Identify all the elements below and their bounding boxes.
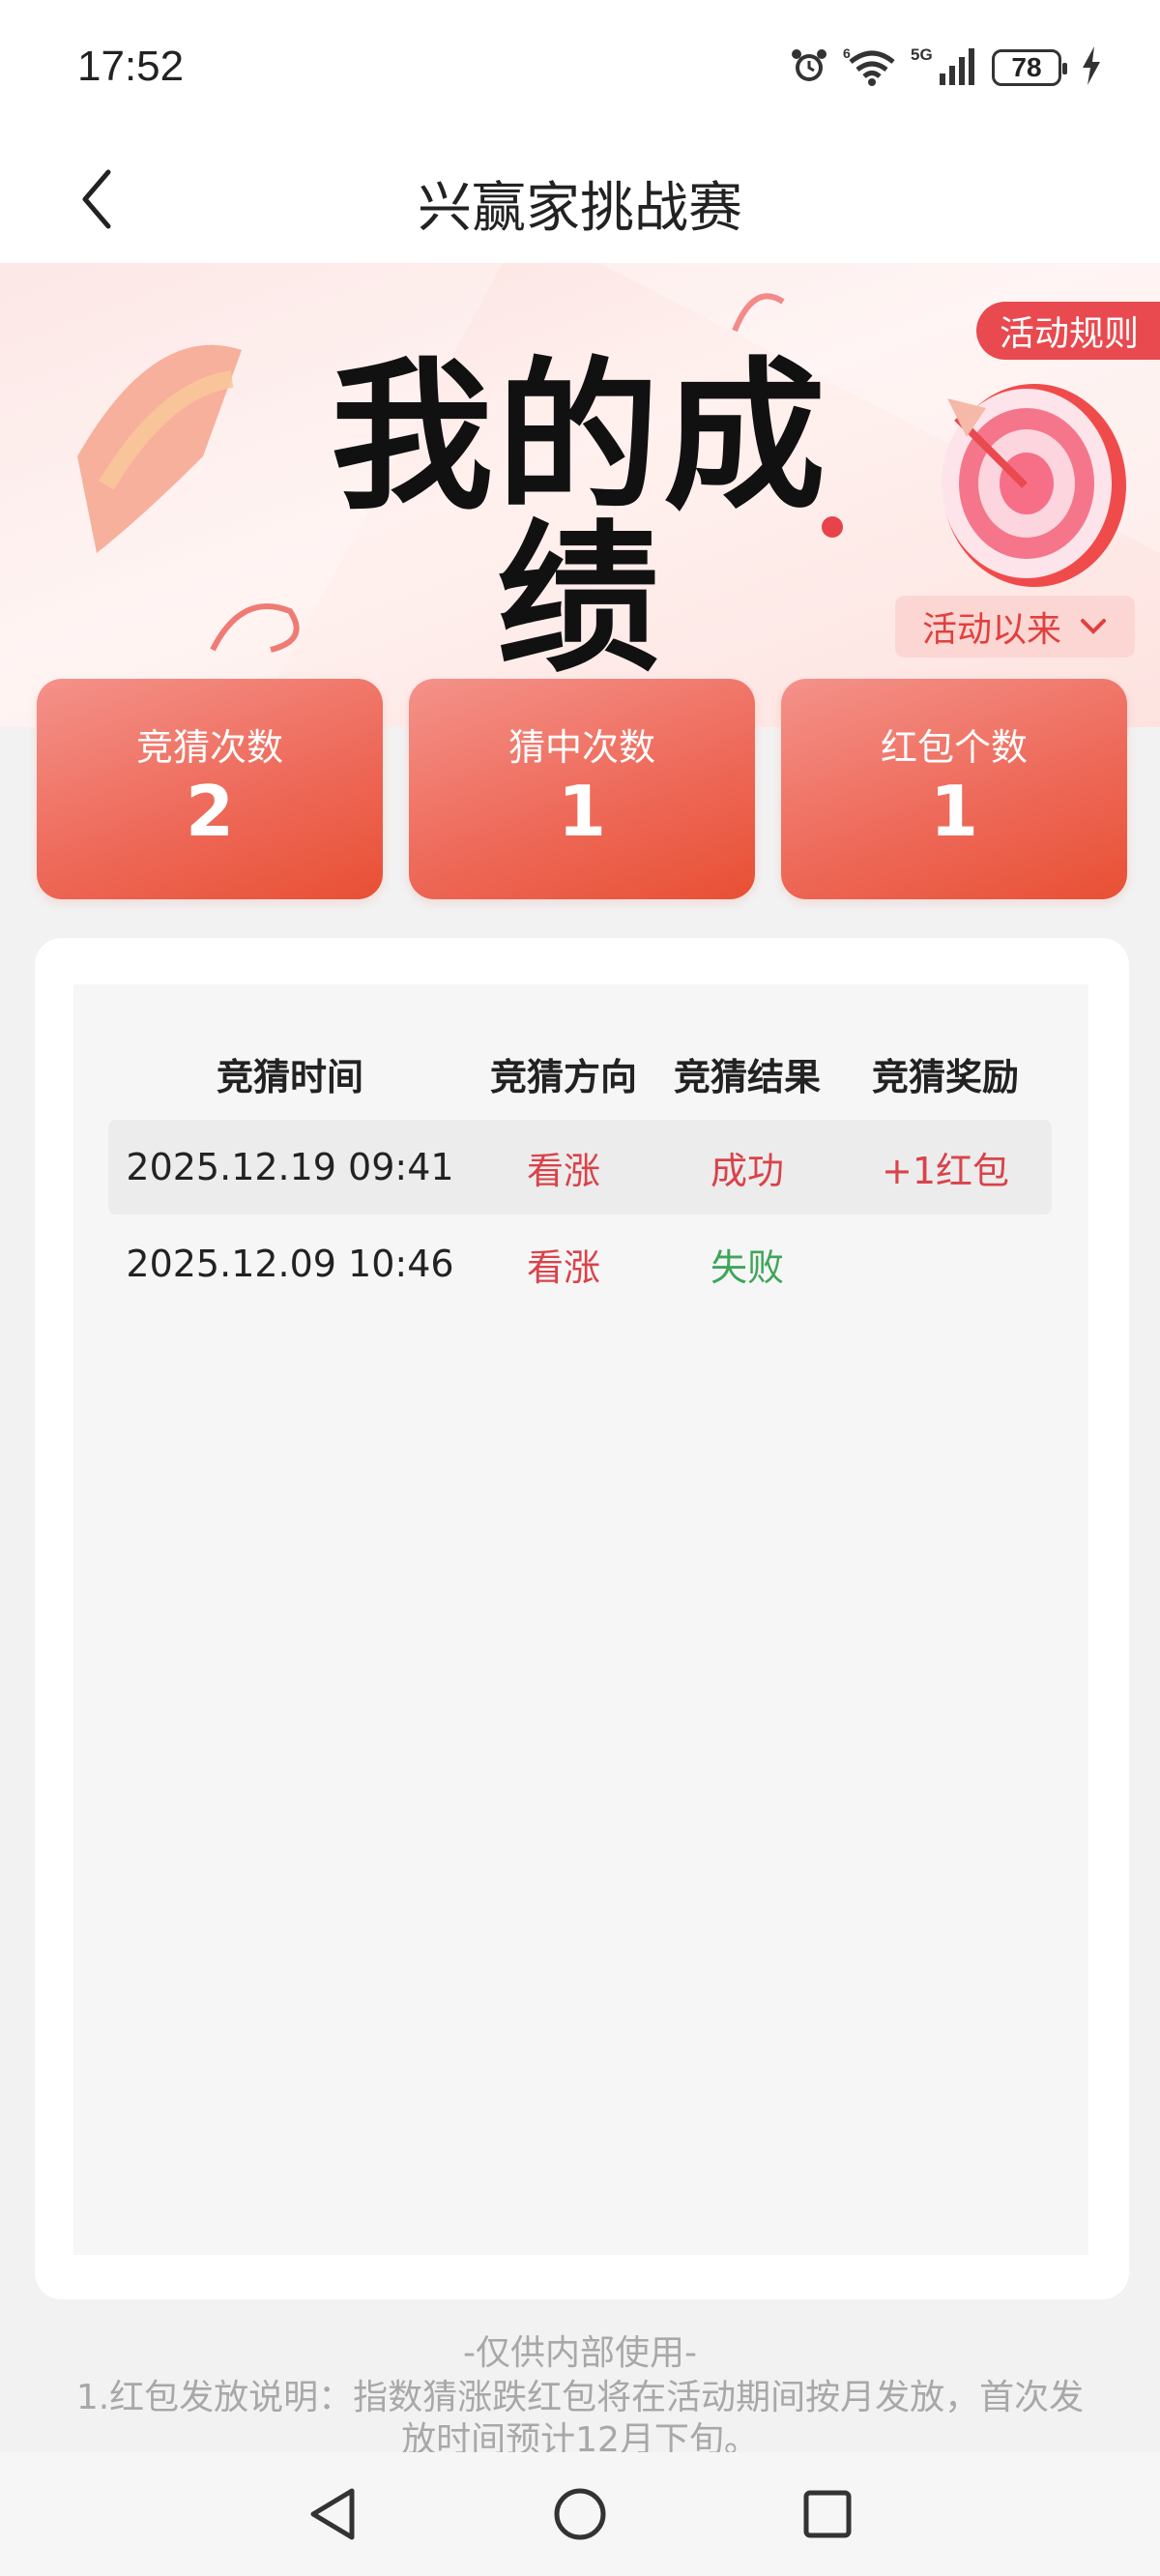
row-direction: 看涨	[526, 1149, 600, 1192]
signal-5g-icon: 5G	[911, 44, 978, 91]
header-direction: 竞猜方向	[489, 1055, 637, 1098]
header-result: 竞猜结果	[673, 1055, 821, 1098]
row-result: 成功	[710, 1149, 784, 1192]
hero-title: 我的成绩	[331, 342, 829, 694]
status-bar: 17:52 6 5G 78	[0, 0, 1160, 135]
system-nav-bar	[0, 2452, 1160, 2576]
status-icons: 6 5G 78	[789, 44, 1102, 91]
triangle-back-icon	[310, 2488, 355, 2540]
table-row: 2025.12.19 09:41 看涨 成功 +1红包	[108, 1120, 1052, 1215]
period-label: 活动以来	[921, 610, 1061, 650]
status-time: 17:52	[77, 43, 185, 90]
app-header: 兴赢家挑战赛	[0, 135, 1160, 263]
stat-value: 1	[557, 771, 607, 852]
svg-text:6: 6	[843, 45, 851, 61]
svg-text:5G: 5G	[911, 45, 933, 64]
stat-value: 1	[929, 771, 979, 852]
header-time: 竞猜时间	[216, 1055, 363, 1098]
table-row: 2025.12.09 10:46 看涨 失败	[108, 1216, 1052, 1311]
stat-label: 竞猜次数	[135, 726, 283, 769]
stat-card-guess-count: 竞猜次数 2	[37, 679, 383, 899]
circle-home-icon	[554, 2488, 606, 2540]
charging-icon	[1081, 46, 1102, 89]
records-card: 竞猜时间 竞猜方向 竞猜结果 竞猜奖励 2025.12.19 09:41 看涨 …	[35, 938, 1129, 2299]
period-select[interactable]: 活动以来	[894, 596, 1135, 658]
wifi-icon: 6	[843, 44, 897, 91]
nav-back-button[interactable]	[292, 2474, 373, 2555]
hero-banner: 活动规则 我的成绩 活动以来	[0, 263, 1160, 727]
table-header: 竞猜时间 竞猜方向 竞猜结果 竞猜奖励	[108, 1042, 1052, 1104]
internal-use-note: -仅供内部使用-	[463, 2333, 697, 2373]
alarm-icon	[789, 45, 829, 90]
header-reward: 竞猜奖励	[871, 1055, 1019, 1098]
row-time: 2025.12.19 09:41	[126, 1146, 454, 1188]
row-reward: +1红包	[881, 1149, 1010, 1192]
chevron-down-icon	[1081, 619, 1106, 634]
hero-dot	[822, 516, 843, 538]
stat-value: 2	[185, 771, 235, 852]
nav-recents-button[interactable]	[787, 2474, 868, 2555]
row-time: 2025.12.09 10:46	[126, 1243, 454, 1285]
page-title: 兴赢家挑战赛	[418, 177, 742, 240]
records-table: 竞猜时间 竞猜方向 竞猜结果 竞猜奖励 2025.12.19 09:41 看涨 …	[73, 984, 1088, 2255]
row-direction: 看涨	[526, 1245, 600, 1289]
square-recents-icon	[803, 2490, 852, 2538]
stat-card-redpacket-count: 红包个数 1	[781, 679, 1127, 899]
stat-card-hit-count: 猜中次数 1	[409, 679, 755, 899]
nav-home-button[interactable]	[539, 2474, 621, 2555]
stat-label: 猜中次数	[508, 726, 655, 769]
battery-icon: 78	[992, 49, 1067, 86]
row-result: 失败	[710, 1245, 784, 1289]
stats-row: 竞猜次数 2 猜中次数 1 红包个数 1	[37, 679, 1127, 899]
activity-rules-button[interactable]: 活动规则	[975, 302, 1160, 360]
stat-label: 红包个数	[880, 726, 1028, 769]
